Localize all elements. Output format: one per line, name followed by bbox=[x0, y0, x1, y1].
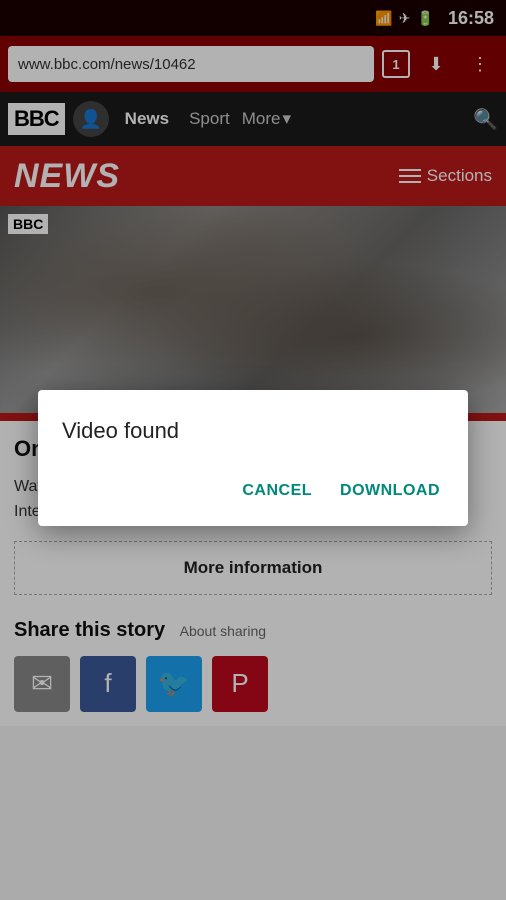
download-button[interactable]: DOWNLOAD bbox=[336, 474, 444, 508]
dialog-overlay: Video found CANCEL DOWNLOAD bbox=[0, 0, 506, 900]
dialog-buttons: CANCEL DOWNLOAD bbox=[62, 474, 444, 508]
cancel-button[interactable]: CANCEL bbox=[238, 474, 316, 508]
dialog-title: Video found bbox=[62, 418, 444, 444]
dialog: Video found CANCEL DOWNLOAD bbox=[38, 390, 468, 526]
